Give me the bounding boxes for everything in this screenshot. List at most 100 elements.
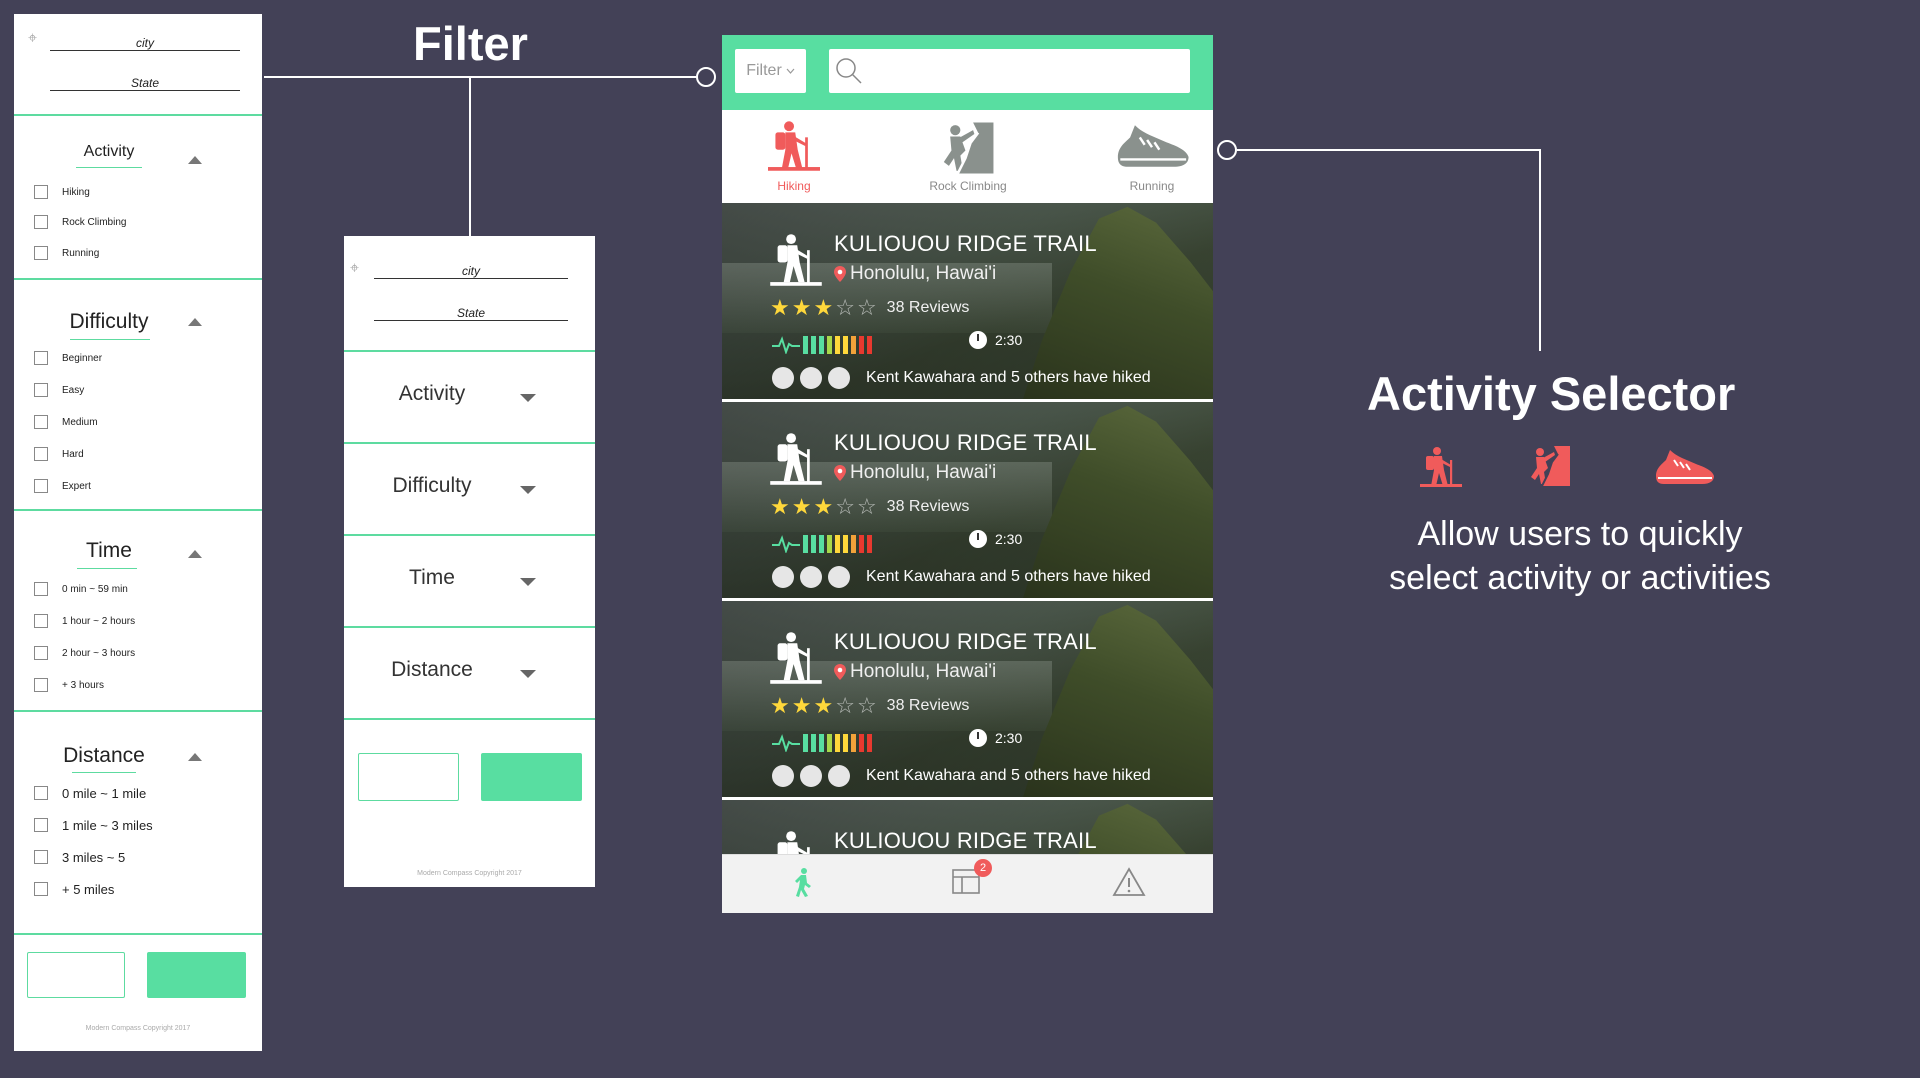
trail-card[interactable]: KULIOUOU RIDGE TRAIL Honolulu, Hawai'i ★ ★ ★… xyxy=(722,402,1213,598)
hiked-suffix: have hiked xyxy=(1073,568,1151,585)
meter-bar xyxy=(851,535,856,553)
checkbox[interactable] xyxy=(34,185,48,199)
option-rock-climbing[interactable]: Rock Climbing xyxy=(34,213,126,231)
walking-person-icon[interactable] xyxy=(792,867,814,897)
filter-button[interactable]: Filter xyxy=(735,49,806,93)
checkbox[interactable] xyxy=(34,850,48,864)
checkbox[interactable] xyxy=(34,479,48,493)
activity-rock-climbing[interactable]: Rock Climbing xyxy=(908,110,1028,198)
filter-row-difficulty[interactable]: Difficulty xyxy=(344,442,595,534)
checkbox[interactable] xyxy=(34,646,48,660)
trail-name: KULIOUOU RIDGE TRAIL xyxy=(834,828,1097,853)
meter-bar xyxy=(867,535,872,553)
option-medium[interactable]: Medium xyxy=(34,413,98,431)
trail-card[interactable]: KULIOUOU RIDGE TRAIL Honolulu, Hawai'i ★ ★ ★… xyxy=(722,601,1213,797)
alert-triangle-icon[interactable] xyxy=(1112,867,1146,897)
feed-nav-item[interactable]: 2 xyxy=(952,859,992,900)
state-field[interactable]: State xyxy=(50,76,240,91)
option-distance-2[interactable]: 1 mile ~ 3 miles xyxy=(34,816,153,834)
city-field[interactable]: city xyxy=(50,36,240,51)
option-time-3[interactable]: 2 hour ~ 3 hours xyxy=(34,644,135,662)
checkbox[interactable] xyxy=(34,383,48,397)
collapse-arrow-icon[interactable] xyxy=(188,753,202,761)
heartbeat-icon xyxy=(772,535,800,553)
checkbox[interactable] xyxy=(34,818,48,832)
checkbox[interactable] xyxy=(34,246,48,260)
location-crosshair-icon[interactable]: ⌖ xyxy=(350,260,359,278)
checkbox[interactable] xyxy=(34,614,48,628)
meter-bar xyxy=(819,535,824,553)
copyright-text: Modern Compass Copyright 2017 xyxy=(417,870,522,877)
collapse-arrow-icon[interactable] xyxy=(188,156,202,164)
activity-running[interactable]: Running xyxy=(1102,110,1202,198)
expand-arrow-icon[interactable] xyxy=(520,578,536,586)
star-icon: ★ xyxy=(770,693,790,718)
checkbox[interactable] xyxy=(34,582,48,596)
hiker-icon xyxy=(770,632,822,684)
hiked-text: Kent Kawahara and 5 others have hiked xyxy=(866,369,1151,387)
option-label: Hiking xyxy=(62,186,90,198)
city-field[interactable]: city xyxy=(374,264,568,279)
checkbox[interactable] xyxy=(34,415,48,429)
location-crosshair-icon[interactable]: ⌖ xyxy=(28,30,37,48)
checkbox[interactable] xyxy=(34,447,48,461)
clock-icon xyxy=(969,729,987,747)
row-label: Distance xyxy=(391,658,473,681)
collapse-arrow-icon[interactable] xyxy=(188,318,202,326)
option-easy[interactable]: Easy xyxy=(34,381,84,399)
activity-hiking[interactable]: Hiking xyxy=(744,110,844,198)
checkbox[interactable] xyxy=(34,678,48,692)
filter-row-activity[interactable]: Activity xyxy=(344,350,595,442)
difficulty-meter xyxy=(772,734,872,752)
trail-card[interactable]: KULIOUOU RIDGE TRAIL Honolulu, Hawai'i ★ ★ ★… xyxy=(722,203,1213,399)
checkbox[interactable] xyxy=(34,882,48,896)
apply-button[interactable] xyxy=(481,753,582,801)
search-input[interactable] xyxy=(829,49,1190,93)
expand-arrow-icon[interactable] xyxy=(520,670,536,678)
option-beginner[interactable]: Beginner xyxy=(34,349,102,367)
connector-ring xyxy=(1217,140,1237,160)
meter-bar xyxy=(819,336,824,354)
state-field[interactable]: State xyxy=(374,306,568,321)
option-hard[interactable]: Hard xyxy=(34,445,84,463)
option-label: Hard xyxy=(62,448,84,460)
apply-button[interactable] xyxy=(147,952,246,998)
option-time-4[interactable]: + 3 hours xyxy=(34,676,104,694)
filter-row-distance[interactable]: Distance xyxy=(344,626,595,718)
section-title: Distance xyxy=(63,744,145,767)
checkbox[interactable] xyxy=(34,786,48,800)
hiked-text: Kent Kawahara and 5 others have hiked xyxy=(866,767,1151,785)
option-expert[interactable]: Expert xyxy=(34,477,91,495)
option-running[interactable]: Running xyxy=(34,244,99,262)
checkbox[interactable] xyxy=(34,215,48,229)
star-icon: ★ xyxy=(770,494,790,519)
checkbox[interactable] xyxy=(34,351,48,365)
cancel-button[interactable] xyxy=(358,753,459,801)
avatar xyxy=(772,367,794,389)
option-distance-4[interactable]: + 5 miles xyxy=(34,880,114,898)
option-hiking[interactable]: Hiking xyxy=(34,183,90,201)
expand-arrow-icon[interactable] xyxy=(520,394,536,402)
meter-bar xyxy=(859,336,864,354)
heartbeat-icon xyxy=(772,734,800,752)
star-icon: ★ xyxy=(770,295,790,320)
star-icon: ★ xyxy=(791,494,812,519)
star-icon: ☆ xyxy=(835,494,855,519)
option-time-1[interactable]: 0 min ~ 59 min xyxy=(34,580,128,598)
option-time-2[interactable]: 1 hour ~ 2 hours xyxy=(34,612,135,630)
expand-arrow-icon[interactable] xyxy=(520,486,536,494)
activity-selector-heading: Activity Selector xyxy=(1367,367,1736,420)
option-distance-3[interactable]: 3 miles ~ 5 xyxy=(34,848,125,866)
phone-screen: Filter Hiking Rock Climbing Running KULI… xyxy=(722,35,1213,913)
filter-row-time[interactable]: Time xyxy=(344,534,595,626)
row-label: Activity xyxy=(398,382,466,405)
option-label: Expert xyxy=(62,480,91,492)
cancel-button[interactable] xyxy=(27,952,125,998)
trail-location: Honolulu, Hawai'i xyxy=(834,462,996,484)
option-label: + 3 hours xyxy=(62,679,104,691)
option-distance-1[interactable]: 0 mile ~ 1 mile xyxy=(34,784,146,802)
heartbeat-icon xyxy=(772,336,800,354)
copyright-text: Modern Compass Copyright 2017 xyxy=(85,1025,191,1032)
collapse-arrow-icon[interactable] xyxy=(188,550,202,558)
avatar xyxy=(828,367,850,389)
